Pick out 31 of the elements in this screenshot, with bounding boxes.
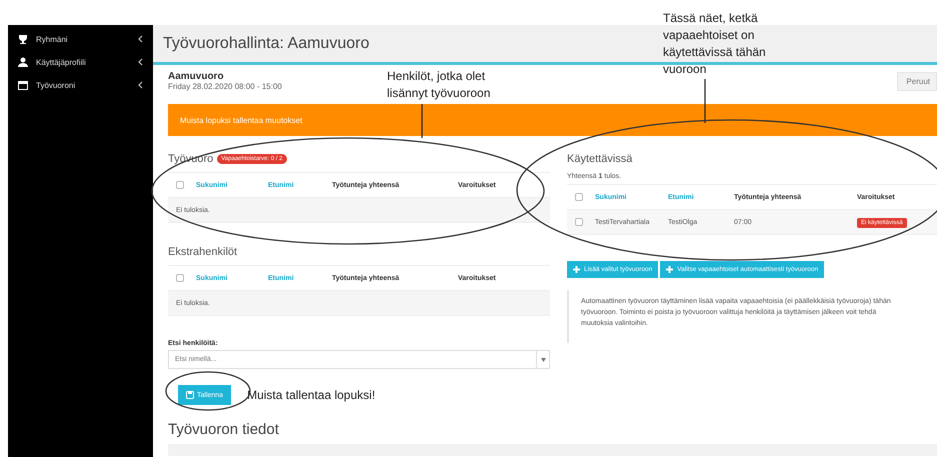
user-icon: [18, 57, 28, 67]
leader-line: [704, 79, 706, 123]
section-title: Käytettävissä: [567, 153, 632, 165]
select-all-checkbox[interactable]: [176, 181, 184, 189]
select-all-checkbox[interactable]: [575, 193, 583, 201]
shift-datetime: Friday 28.02.2020 08:00 - 15:00: [168, 82, 282, 91]
callout-text: Henkilöt, jotka olet lisännyt työvuoroon: [387, 68, 492, 102]
select-all-checkbox[interactable]: [176, 274, 184, 282]
dropdown-button[interactable]: [536, 350, 550, 369]
shift-name: Aamuvuoro: [168, 71, 225, 82]
dropdown-arrow-icon: [540, 358, 546, 362]
sidebar-item[interactable]: Käyttäjäprofiili: [8, 56, 153, 68]
callout-text: Muista tallentaa lopuksi!: [247, 388, 376, 402]
sidebar-item[interactable]: Ryhmäni: [8, 33, 153, 45]
trophy-icon: [18, 34, 28, 44]
row-checkbox[interactable]: [575, 218, 583, 226]
page-title: Työvuorohallinta: Aamuvuoro: [163, 34, 370, 52]
cancel-button[interactable]: Peruut: [897, 72, 937, 91]
leader-line: [421, 104, 423, 138]
calendar-icon: [18, 80, 28, 90]
section-title: Ekstrahenkilöt: [168, 246, 238, 258]
plus-icon: [666, 266, 674, 273]
chevron-icon: [138, 81, 143, 89]
chevron-icon: [138, 58, 143, 66]
callout-text: Tässä näet, ketkä vapaaehtoiset on käytettävissä tähän vuoroon: [663, 10, 767, 78]
chevron-icon: [138, 35, 143, 43]
sidebar-item[interactable]: Työvuoroni: [8, 79, 153, 91]
plus-icon: [573, 266, 580, 273]
alert-bar: Muista lopuksi tallentaa muutokset: [168, 104, 937, 136]
save-icon: [186, 391, 194, 399]
section-title: Työvuoron tiedot: [168, 421, 280, 438]
